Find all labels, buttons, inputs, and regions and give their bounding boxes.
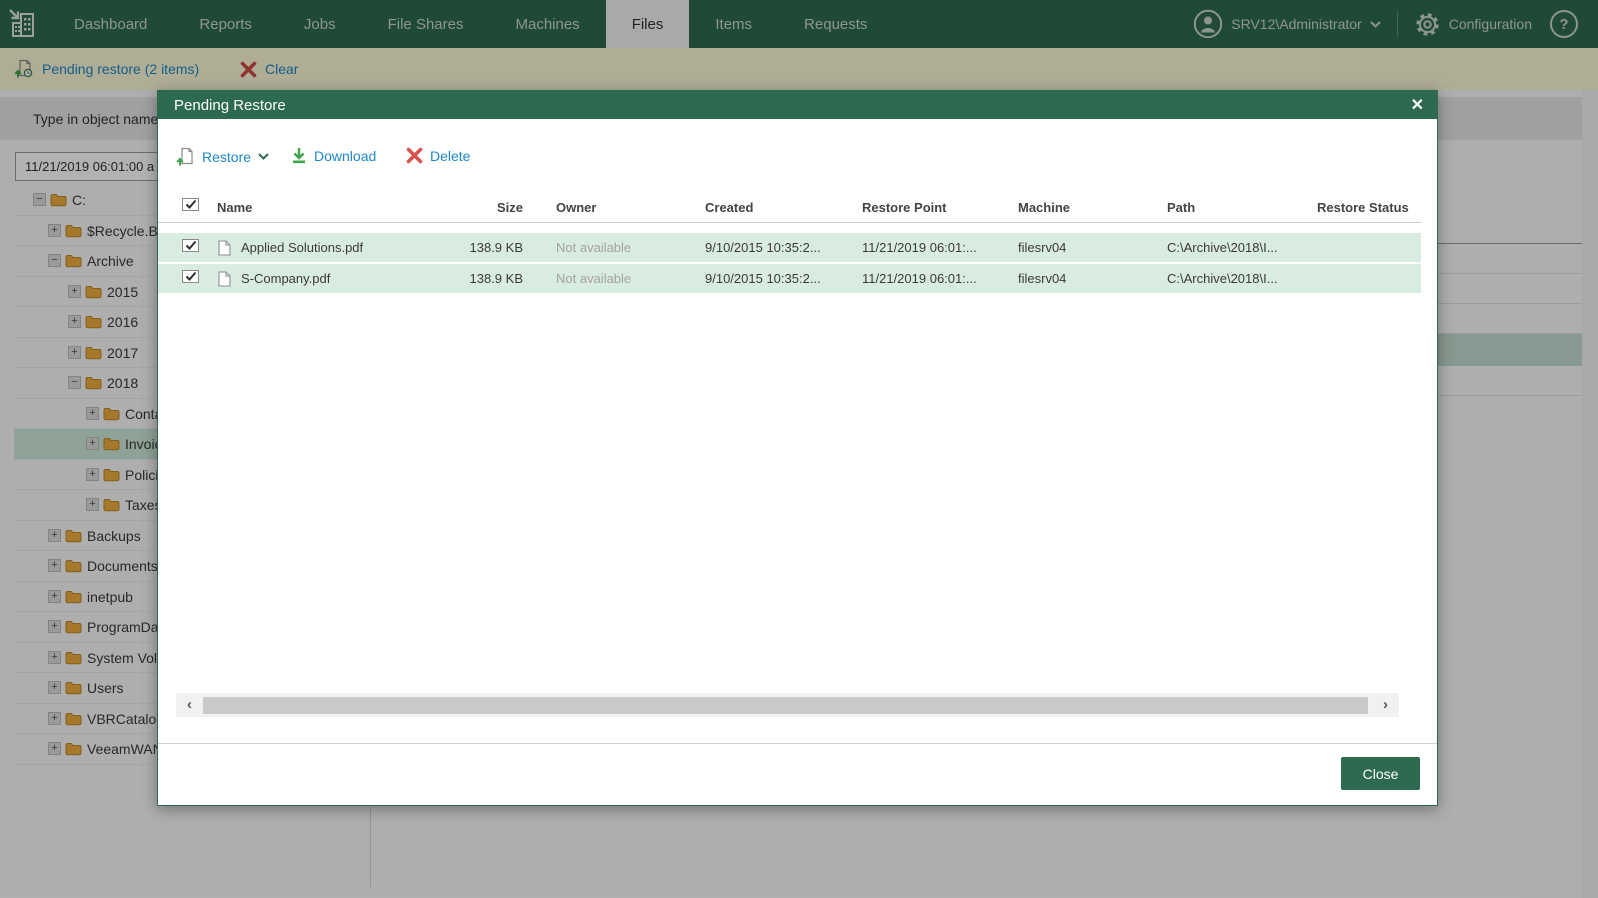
cell-name: Applied Solutions.pdf (241, 240, 364, 255)
download-label: Download (314, 147, 377, 164)
download-button[interactable]: Download (291, 147, 376, 164)
row-checkbox[interactable] (182, 270, 199, 283)
table-header-row: Name Size Owner Created Restore Point Ma… (158, 191, 1421, 223)
cell-machine: filesrv04 (1018, 271, 1067, 286)
cell-size: 138.9 KB (469, 240, 524, 255)
cell-path: C:\Archive\2018\I... (1167, 240, 1278, 255)
file-icon (218, 270, 231, 287)
delete-button[interactable]: Delete (406, 147, 470, 164)
cell-size: 138.9 KB (469, 271, 524, 286)
check-icon (185, 240, 196, 250)
pending-restore-dialog: Pending Restore ✕ Restore Download Delet… (157, 90, 1438, 806)
restore-button[interactable]: Restore (176, 147, 269, 166)
delete-label: Delete (430, 147, 471, 164)
horizontal-scrollbar[interactable]: ‹ › (176, 693, 1399, 717)
file-table-body: Applied Solutions.pdf 138.9 KB Not avail… (158, 233, 1421, 295)
footer-divider (158, 743, 1437, 744)
select-all-checkbox[interactable] (182, 198, 199, 211)
table-row[interactable]: S-Company.pdf 138.9 KB Not available 9/1… (158, 264, 1421, 293)
scroll-right-button[interactable]: › (1372, 693, 1399, 717)
row-checkbox[interactable] (182, 239, 199, 252)
cell-restore-point: 11/21/2019 06:01:... (862, 240, 977, 255)
column-header-restore-status[interactable]: Restore Status (1317, 191, 1409, 223)
check-icon (185, 271, 196, 281)
cell-restore-point: 11/21/2019 06:01:... (862, 271, 977, 286)
dialog-title: Pending Restore (174, 96, 286, 114)
scroll-left-button[interactable]: ‹ (176, 693, 203, 717)
delete-x-icon (406, 147, 423, 164)
column-header-created[interactable]: Created (705, 191, 753, 223)
cell-owner: Not available (556, 240, 632, 255)
dialog-titlebar: Pending Restore ✕ (158, 91, 1437, 119)
restore-icon (176, 147, 193, 166)
column-header-path[interactable]: Path (1167, 191, 1195, 223)
column-header-restore-point[interactable]: Restore Point (862, 191, 947, 223)
cell-path: C:\Archive\2018\I... (1167, 271, 1278, 286)
column-header-name[interactable]: Name (217, 191, 252, 223)
close-button[interactable]: Close (1341, 757, 1420, 790)
cell-name: S-Company.pdf (241, 271, 331, 286)
restore-label: Restore (202, 148, 252, 165)
file-icon (218, 239, 231, 256)
column-header-size[interactable]: Size (453, 191, 523, 223)
download-icon (293, 148, 305, 164)
cell-created: 9/10/2015 10:35:2... (705, 271, 821, 286)
column-header-machine[interactable]: Machine (1018, 191, 1070, 223)
check-icon (185, 199, 196, 209)
scrollbar-thumb[interactable] (203, 696, 1368, 714)
cell-created: 9/10/2015 10:35:2... (705, 240, 821, 255)
close-icon[interactable]: ✕ (1411, 91, 1424, 119)
cell-owner: Not available (556, 271, 632, 286)
column-header-owner[interactable]: Owner (556, 191, 596, 223)
table-row[interactable]: Applied Solutions.pdf 138.9 KB Not avail… (158, 233, 1421, 262)
cell-machine: filesrv04 (1018, 240, 1067, 255)
restore-chevron-icon (258, 153, 269, 160)
